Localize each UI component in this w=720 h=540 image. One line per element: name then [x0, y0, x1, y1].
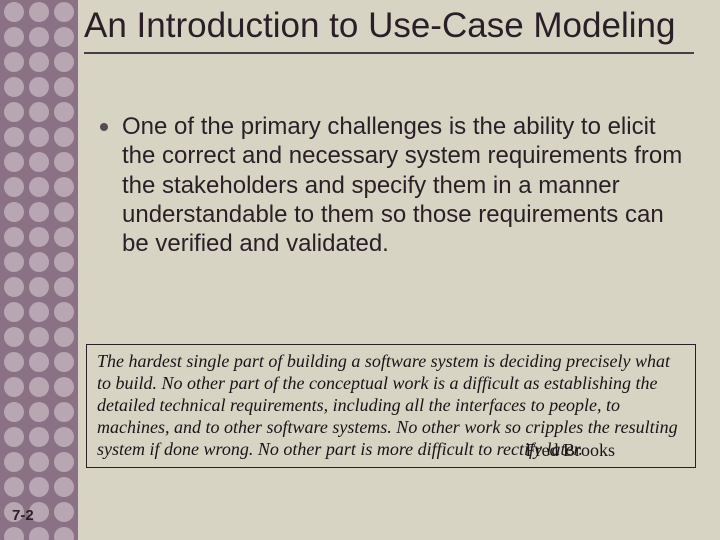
quote-box: The hardest single part of building a so… — [86, 344, 696, 468]
title-underline — [84, 52, 694, 54]
bullet-text: One of the primary challenges is the abi… — [122, 112, 694, 258]
body-area: One of the primary challenges is the abi… — [100, 112, 694, 258]
page-number: 7-2 — [12, 507, 34, 524]
bullet-dot-icon — [100, 123, 108, 131]
quote-attribution: Fred Brooks — [526, 440, 616, 461]
slide-title: An Introduction to Use-Case Modeling — [84, 6, 694, 46]
decorative-dot-column — [0, 0, 78, 540]
title-area: An Introduction to Use-Case Modeling — [84, 6, 694, 54]
bullet-item: One of the primary challenges is the abi… — [100, 112, 694, 258]
